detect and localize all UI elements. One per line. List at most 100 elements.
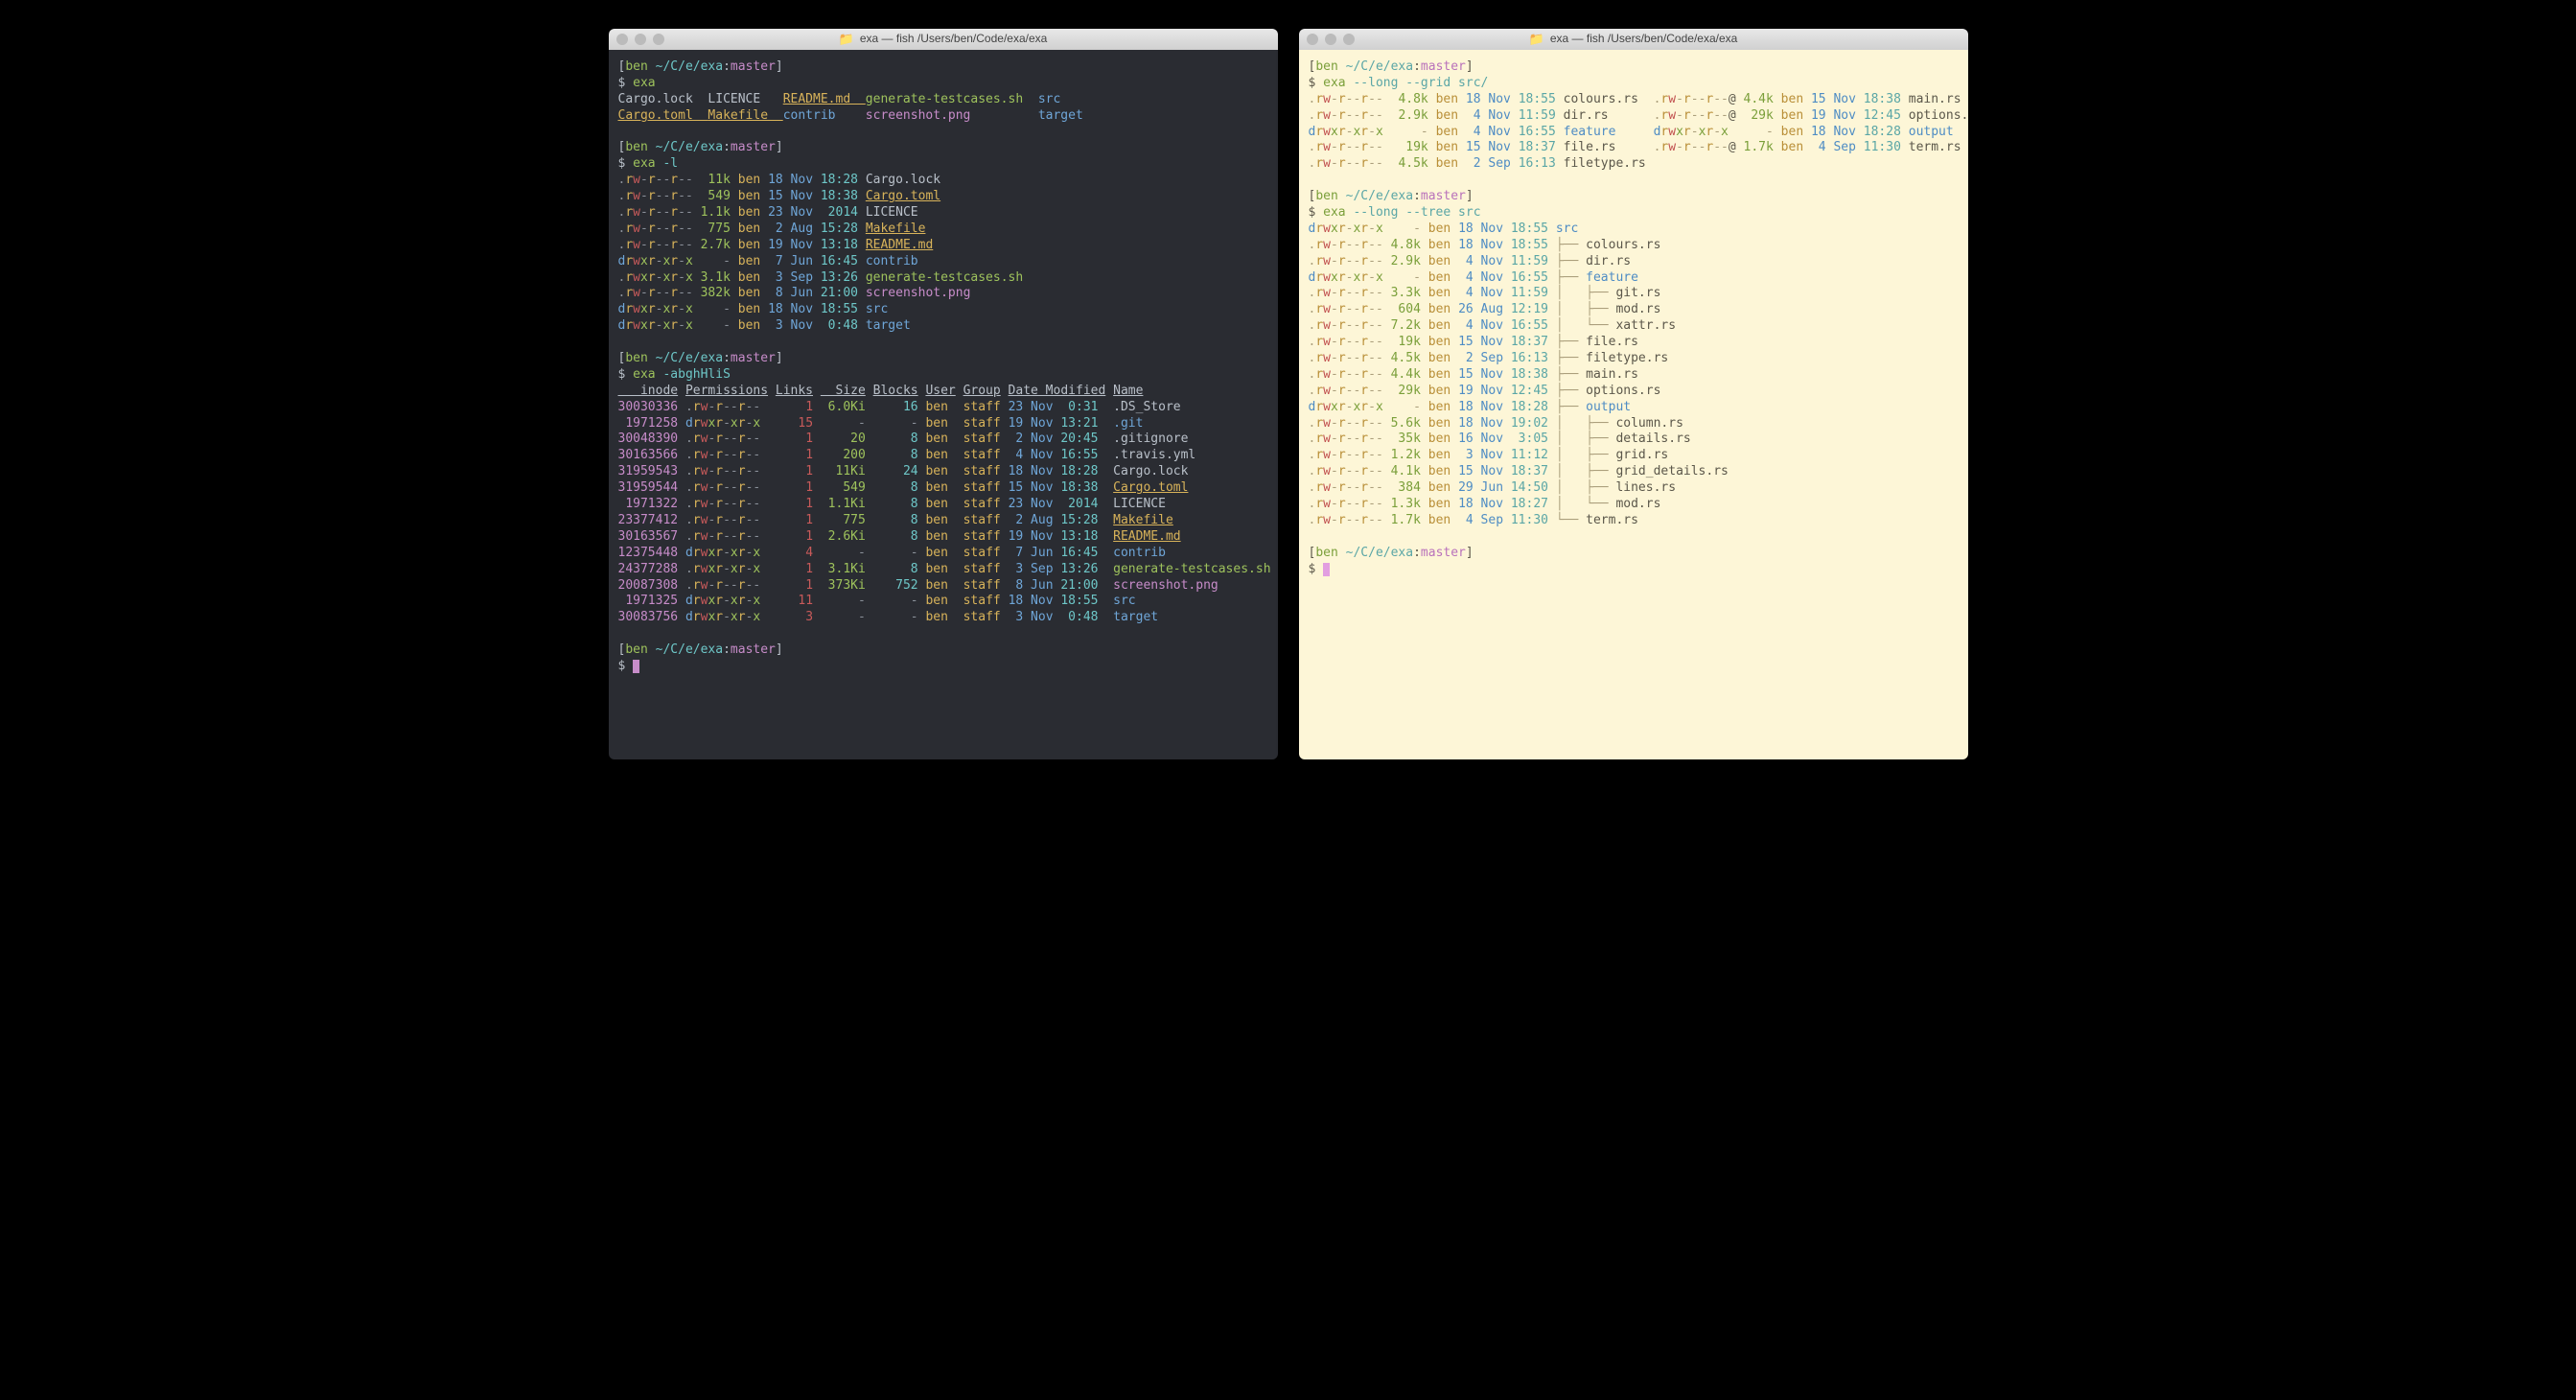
file-name: LICENCE: [708, 92, 782, 106]
column-header: Links: [776, 384, 813, 398]
minimize-icon[interactable]: [635, 34, 646, 45]
file-name: Makefile: [708, 108, 782, 123]
close-icon[interactable]: [1307, 34, 1318, 45]
window-title: 📁 exa — fish /Users/ben/Code/exa/exa: [609, 32, 1278, 48]
file-name: target: [1113, 610, 1158, 624]
file-name: README.md: [783, 92, 866, 106]
file-name: file.rs: [1564, 140, 1616, 154]
command-line: $ exa --long --grid src/: [1309, 76, 1961, 92]
tree-row: .rw-r--r-- 19k ben 15 Nov 18:37 ├── file…: [1309, 335, 1961, 351]
tree-row: .rw-r--r-- 35k ben 16 Nov 3:05 │ ├── det…: [1309, 432, 1961, 448]
file-name: .gitignore: [1113, 432, 1188, 446]
column-header: Date Modified: [1009, 384, 1106, 398]
file-name: Cargo.lock: [618, 92, 708, 106]
table-row: 1971325 drwxr-xr-x 11 - - ben staff 18 N…: [618, 594, 1270, 610]
table-row: 30048390 .rw-r--r-- 1 20 8 ben staff 2 N…: [618, 432, 1270, 448]
table-row: 12375448 drwxr-xr-x 4 - - ben staff 7 Ju…: [618, 546, 1270, 562]
table-row: 23377412 .rw-r--r-- 1 775 8 ben staff 2 …: [618, 513, 1270, 529]
ls-row: drwxr-xr-x - ben 18 Nov 18:55 src: [618, 302, 1270, 318]
folder-icon: 📁: [839, 32, 854, 48]
file-name: column.rs: [1615, 416, 1683, 431]
file-name: src: [1556, 222, 1578, 236]
file-name: contrib: [783, 108, 866, 123]
zoom-icon[interactable]: [653, 34, 664, 45]
table-header: inode Permissions Links Size Blocks User…: [618, 384, 1270, 400]
file-name: .travis.yml: [1113, 448, 1195, 462]
file-name: screenshot.png: [866, 286, 971, 300]
grid-row: Cargo.lock LICENCE README.md generate-te…: [618, 92, 1270, 108]
ls-row: drwxr-xr-x - ben 7 Jun 16:45 contrib: [618, 254, 1270, 270]
terminal-body-light[interactable]: [ben ~/C/e/exa:master]$ exa --long --gri…: [1299, 50, 1968, 759]
file-name: colours.rs: [1586, 238, 1660, 252]
tree-row: drwxr-xr-x - ben 18 Nov 18:55 src: [1309, 222, 1961, 238]
file-name: grid_details.rs: [1615, 464, 1728, 478]
minimize-icon[interactable]: [1325, 34, 1336, 45]
table-row: 30083756 drwxr-xr-x 3 - - ben staff 3 No…: [618, 610, 1270, 626]
tree-row: .rw-r--r-- 1.7k ben 4 Sep 11:30 └── term…: [1309, 513, 1961, 529]
file-name: feature: [1564, 125, 1616, 139]
traffic-lights: [616, 34, 664, 45]
file-name: mod.rs: [1615, 302, 1660, 316]
file-name: Cargo.toml: [618, 108, 708, 123]
file-name: README.md: [1113, 529, 1180, 544]
table-row: 1971258 drwxr-xr-x 15 - - ben staff 19 N…: [618, 416, 1270, 432]
prompt-line: [ben ~/C/e/exa:master]: [1309, 546, 1961, 562]
file-name: details.rs: [1615, 432, 1690, 446]
file-name: Makefile: [1113, 513, 1173, 527]
prompt-line: [ben ~/C/e/exa:master]: [618, 351, 1270, 367]
ls-row: .rw-r--r-- 11k ben 18 Nov 18:28 Cargo.lo…: [618, 173, 1270, 189]
file-name: generate-testcases.sh: [866, 92, 1038, 106]
column-header: Blocks: [873, 384, 918, 398]
table-row: 30163567 .rw-r--r-- 1 2.6Ki 8 ben staff …: [618, 529, 1270, 546]
file-name: target: [866, 318, 911, 333]
column-header: Permissions: [685, 384, 768, 398]
cursor: [1323, 563, 1330, 576]
file-name: file.rs: [1586, 335, 1638, 349]
file-name: Cargo.toml: [1113, 480, 1188, 495]
file-name: generate-testcases.sh: [866, 270, 1023, 285]
command-line: $ exa -l: [618, 156, 1270, 173]
column-header: Name: [1113, 384, 1143, 398]
traffic-lights: [1307, 34, 1355, 45]
file-name: mod.rs: [1615, 497, 1660, 511]
window-title-text: exa — fish /Users/ben/Code/exa/exa: [860, 32, 1047, 47]
ls-row: .rw-r--r-- 1.1k ben 23 Nov 2014 LICENCE: [618, 205, 1270, 222]
prompt-input[interactable]: $: [1309, 562, 1961, 578]
file-name: src: [1113, 594, 1135, 608]
tree-row: .rw-r--r-- 5.6k ben 18 Nov 19:02 │ ├── c…: [1309, 416, 1961, 432]
ls-row: .rw-r--r-- 382k ben 8 Jun 21:00 screensh…: [618, 286, 1270, 302]
column-header: inode: [618, 384, 679, 398]
grid-long-row: .rw-r--r-- 2.9k ben 4 Nov 11:59 dir.rs .…: [1309, 108, 1961, 125]
tree-row: .rw-r--r-- 7.2k ben 4 Nov 16:55 │ └── xa…: [1309, 318, 1961, 335]
terminal-window-light: 📁 exa — fish /Users/ben/Code/exa/exa [be…: [1299, 29, 1968, 759]
zoom-icon[interactable]: [1343, 34, 1355, 45]
tree-row: .rw-r--r-- 4.8k ben 18 Nov 18:55 ├── col…: [1309, 238, 1961, 254]
command-line: $ exa --long --tree src: [1309, 205, 1961, 222]
file-name: contrib: [1113, 546, 1166, 560]
file-name: xattr.rs: [1615, 318, 1676, 333]
table-row: 30163566 .rw-r--r-- 1 200 8 ben staff 4 …: [618, 448, 1270, 464]
tree-row: drwxr-xr-x - ben 18 Nov 18:28 ├── output: [1309, 400, 1961, 416]
cursor: [633, 660, 639, 673]
file-name: .DS_Store: [1113, 400, 1180, 414]
grid-long-row: .rw-r--r-- 4.8k ben 18 Nov 18:55 colours…: [1309, 92, 1961, 108]
command-line: $ exa -abghHliS: [618, 367, 1270, 384]
prompt-line: [ben ~/C/e/exa:master]: [1309, 59, 1961, 76]
terminal-body-dark[interactable]: [ben ~/C/e/exa:master]$ exaCargo.lock LI…: [609, 50, 1278, 759]
file-name: main.rs: [1586, 367, 1638, 382]
close-icon[interactable]: [616, 34, 628, 45]
file-name: term.rs: [1909, 140, 1961, 154]
file-name: lines.rs: [1615, 480, 1676, 495]
file-name: term.rs: [1586, 513, 1638, 527]
window-title: 📁 exa — fish /Users/ben/Code/exa/exa: [1299, 32, 1968, 48]
file-name: filetype.rs: [1564, 156, 1646, 171]
prompt-input[interactable]: $: [618, 659, 1270, 675]
grid-long-row: .rw-r--r-- 19k ben 15 Nov 18:37 file.rs …: [1309, 140, 1961, 156]
file-name: grid.rs: [1615, 448, 1668, 462]
file-name: output: [1586, 400, 1631, 414]
grid-long-row: drwxr-xr-x - ben 4 Nov 16:55 feature drw…: [1309, 125, 1961, 141]
grid-long-row: .rw-r--r-- 4.5k ben 2 Sep 16:13 filetype…: [1309, 156, 1961, 173]
file-name: feature: [1586, 270, 1638, 285]
tree-row: .rw-r--r-- 29k ben 19 Nov 12:45 ├── opti…: [1309, 384, 1961, 400]
folder-icon: 📁: [1529, 32, 1544, 48]
